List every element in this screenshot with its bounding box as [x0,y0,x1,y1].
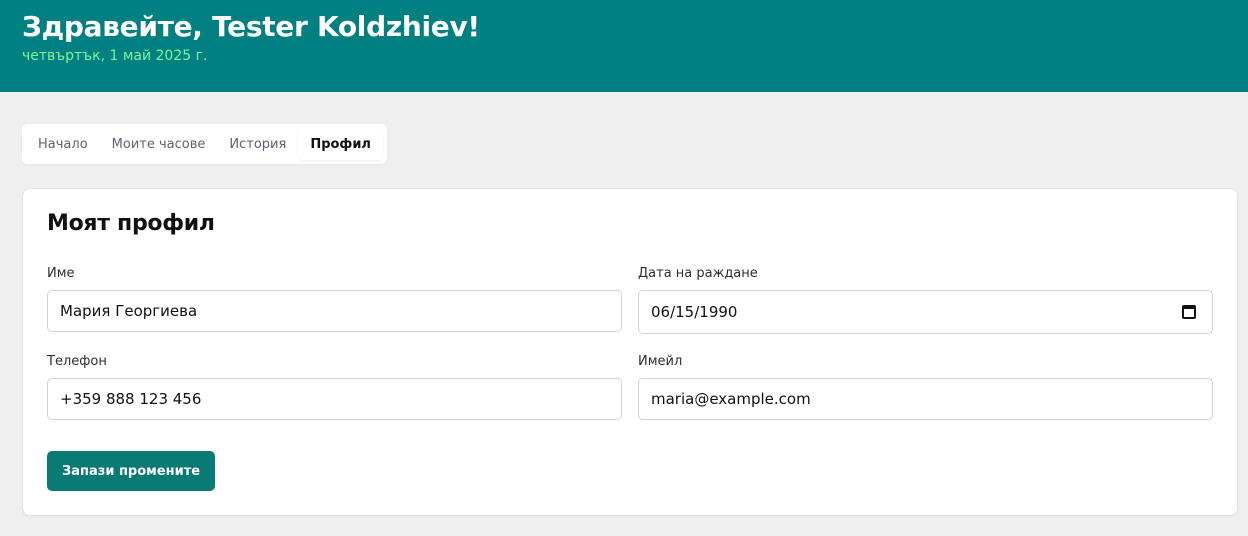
name-value: Мария Георгиева [60,302,198,320]
tab-my-appointments[interactable]: Моите часове [100,128,218,160]
birthdate-label: Дата на раждане [638,266,758,281]
calendar-icon[interactable] [1182,305,1196,319]
email-field-group: Имейл maria@example.com [638,354,1213,420]
email-value: maria@example.com [651,390,811,408]
current-date: четвъртък, 1 май 2025 г. [22,48,208,64]
tab-home[interactable]: Начало [26,128,100,160]
phone-label: Телефон [47,354,107,369]
tab-profile[interactable]: Профил [298,128,383,160]
nav-tabs: Начало Моите часове История Профил [22,124,387,164]
profile-card: Моят профил Име Мария Георгиева Дата на … [22,188,1238,516]
email-label: Имейл [638,354,683,369]
name-field-group: Име Мария Георгиева [47,266,622,332]
birthdate-field-group: Дата на раждане 06/15/1990 [638,266,1213,334]
phone-value: +359 888 123 456 [60,390,202,408]
email-input[interactable]: maria@example.com [638,378,1213,420]
page-header: Здравейте, Tester Koldzhiev! четвъртък, … [0,0,1248,92]
birthdate-value: 06/15/1990 [651,303,738,321]
phone-input[interactable]: +359 888 123 456 [47,378,622,420]
greeting-title: Здравейте, Tester Koldzhiev! [22,10,480,43]
tab-history[interactable]: История [217,128,298,160]
phone-field-group: Телефон +359 888 123 456 [47,354,622,420]
profile-title: Моят профил [47,211,215,236]
name-input[interactable]: Мария Георгиева [47,290,622,332]
save-changes-button[interactable]: Запази промените [47,451,216,491]
name-label: Име [47,266,75,281]
birthdate-input[interactable]: 06/15/1990 [638,290,1213,334]
